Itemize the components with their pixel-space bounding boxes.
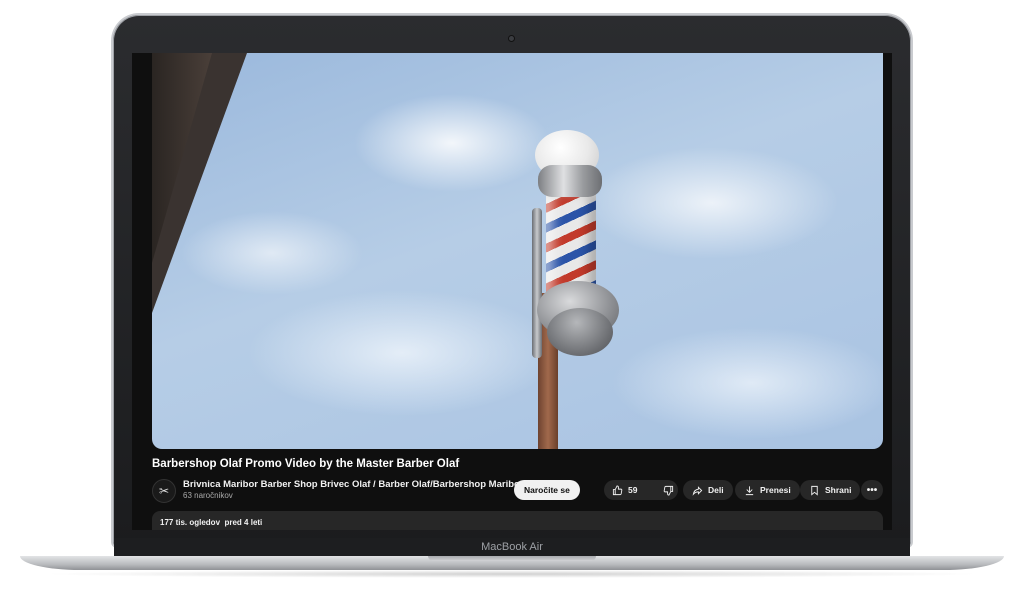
laptop-opening-notch (428, 556, 596, 561)
channel-avatar[interactable]: ✂ (152, 479, 176, 503)
video-title: Barbershop Olaf Promo Video by the Maste… (152, 458, 460, 470)
webcam (509, 36, 514, 41)
laptop-screen: Barbershop Olaf Promo Video by the Maste… (132, 53, 892, 530)
barber-pole-base-bottom (547, 308, 613, 356)
download-label: Prenesi (760, 485, 791, 495)
barber-pole-cap (538, 165, 602, 197)
device-brand-label: MacBook Air (481, 541, 543, 553)
subscribe-button[interactable]: Naročite se (514, 480, 580, 500)
download-button[interactable]: Prenesi (735, 480, 800, 500)
share-label: Deli (708, 485, 724, 495)
more-actions-button[interactable]: ••• (861, 480, 883, 500)
bookmark-icon (809, 485, 820, 496)
barber-pole-bracket (532, 208, 542, 358)
channel-name[interactable]: Brivnica Maribor Barber Shop Brivec Olaf… (183, 479, 524, 490)
view-count: 177 tis. ogledov (160, 518, 221, 527)
dislike-button[interactable] (655, 480, 682, 500)
thumbs-up-icon (612, 484, 623, 496)
thumbs-down-icon (663, 485, 674, 496)
description-box[interactable]: 177 tis. ogledov pred 4 leti (152, 511, 883, 530)
upload-age: pred 4 leti (224, 518, 263, 527)
subscriber-count: 63 naročnikov (183, 491, 233, 500)
video-player[interactable] (152, 53, 883, 449)
save-label: Shrani (825, 485, 852, 495)
laptop-mockup: Barbershop Olaf Promo Video by the Maste… (0, 0, 1024, 607)
share-arrow-icon (692, 485, 703, 496)
like-count: 59 (628, 485, 638, 495)
save-button[interactable]: Shrani (800, 480, 861, 500)
like-dislike-group: 59 (604, 480, 678, 500)
laptop-shadow (40, 570, 984, 578)
download-icon (744, 485, 755, 496)
share-button[interactable]: Deli (683, 480, 733, 500)
like-button[interactable]: 59 (604, 480, 645, 500)
view-and-date: 177 tis. ogledov pred 4 leti (160, 518, 262, 527)
channel-row: ✂ Brivnica Maribor Barber Shop Brivec Ol… (152, 479, 883, 503)
more-dots-icon: ••• (866, 484, 878, 496)
barber-avatar-icon: ✂ (158, 484, 170, 498)
barber-pole-stripes (546, 193, 596, 293)
